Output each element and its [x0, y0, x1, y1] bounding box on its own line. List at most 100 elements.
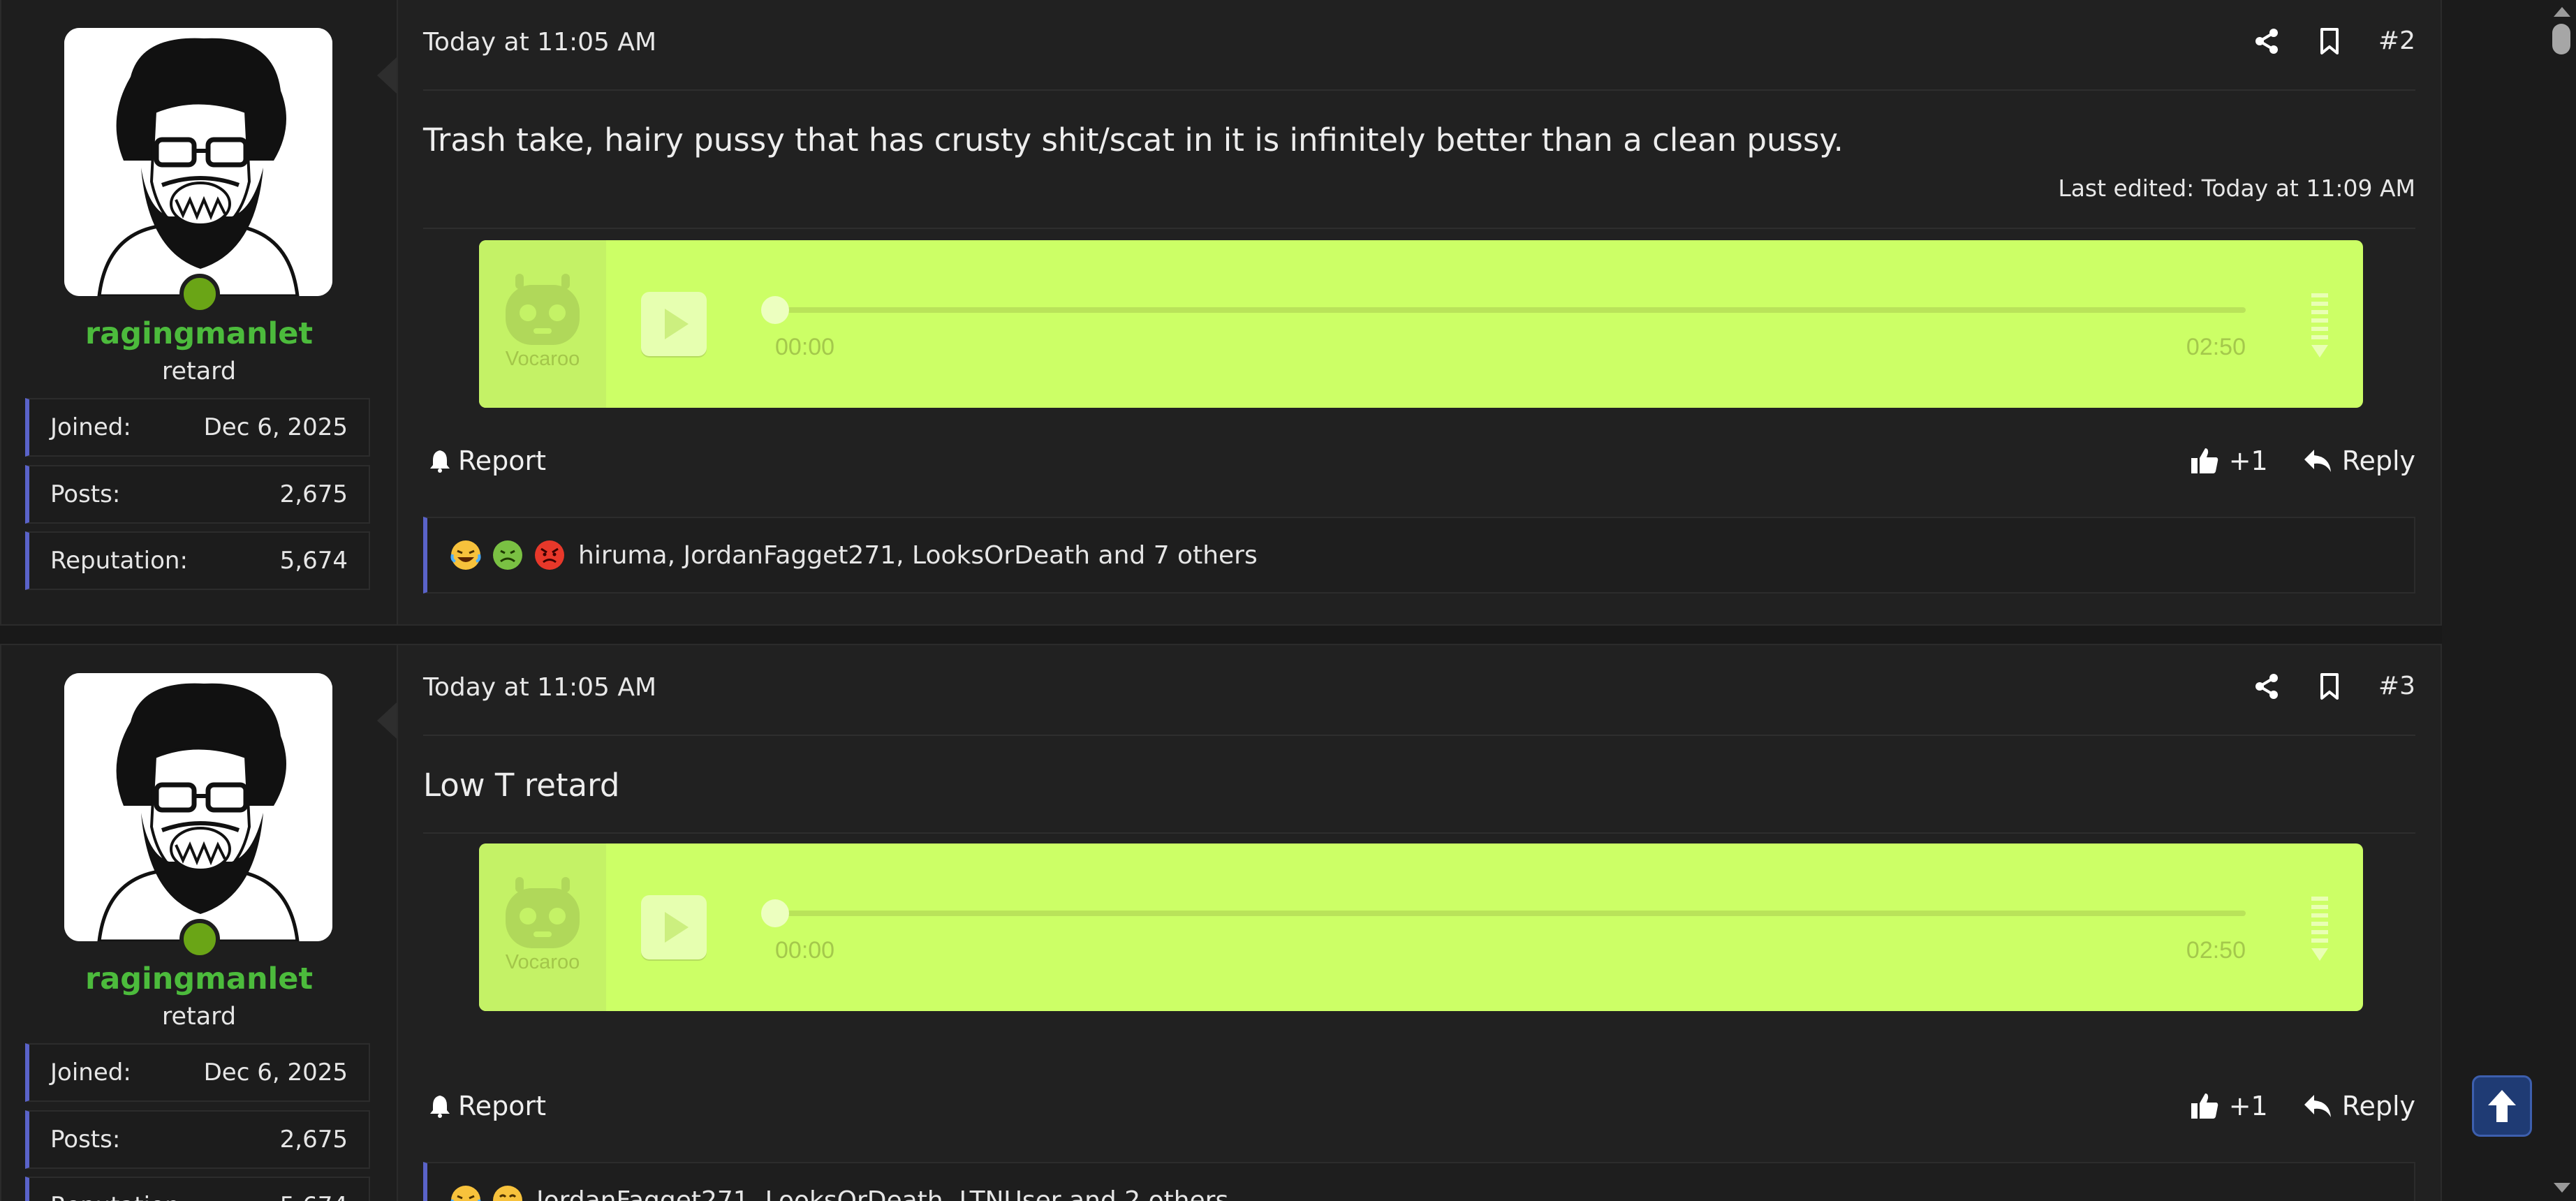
post-date[interactable]: Today at 11:05 AM — [423, 673, 656, 702]
share-icon[interactable] — [2253, 672, 2281, 700]
stat-reputation: Reputation: 5,674 — [25, 531, 370, 590]
username[interactable]: ragingmanlet — [1, 961, 397, 996]
scroll-down-arrow-icon[interactable] — [2554, 1183, 2570, 1193]
report-button[interactable]: Report — [429, 1091, 546, 1121]
thumbs-up-icon — [2191, 448, 2218, 473]
stat-value: 5,674 — [279, 547, 348, 575]
reaction-users[interactable]: JordanFagget271, LooksOrDeath, LTNUser a… — [536, 1186, 1228, 1201]
vocaroo-logo[interactable]: Vocaroo — [479, 240, 606, 408]
avatar[interactable] — [64, 673, 332, 941]
bookmark-icon[interactable] — [2316, 27, 2343, 55]
stat-posts: Posts: 2,675 — [25, 465, 370, 524]
message-arrow — [377, 702, 397, 739]
reply-label: Reply — [2341, 1091, 2415, 1121]
user-cell: ragingmanlet retard Joined: Dec 6, 2025 … — [1, 645, 398, 1201]
scroll-up-arrow-icon[interactable] — [2554, 7, 2570, 17]
time-current: 00:00 — [775, 937, 835, 964]
reply-label: Reply — [2341, 445, 2415, 476]
arrow-up-icon — [2488, 1090, 2516, 1122]
online-status-icon — [179, 274, 220, 314]
reply-button[interactable]: Reply — [2303, 1091, 2415, 1121]
share-icon[interactable] — [2253, 27, 2281, 55]
reply-button[interactable]: Reply — [2303, 445, 2415, 476]
scrollbar-thumb[interactable] — [2552, 24, 2570, 54]
report-button[interactable]: Report — [429, 445, 546, 476]
user-title: retard — [161, 358, 237, 385]
report-label: Report — [458, 445, 546, 476]
like-count: +1 — [2228, 1091, 2268, 1121]
play-button[interactable] — [641, 895, 707, 959]
post-body: Low T retard — [423, 767, 620, 804]
stat-reputation: Reputation: 5,674 — [25, 1177, 370, 1201]
post: ragingmanlet retard Joined: Dec 6, 2025 … — [0, 644, 2442, 1201]
bookmark-icon[interactable] — [2316, 672, 2343, 700]
stat-value[interactable]: 2,675 — [280, 1126, 348, 1154]
post-number[interactable]: #2 — [2378, 27, 2415, 55]
like-button[interactable]: +1 — [2190, 445, 2268, 476]
bell-icon — [430, 1096, 450, 1118]
report-label: Report — [458, 1091, 546, 1121]
vocaroo-logo[interactable]: Vocaroo — [479, 843, 606, 1011]
page-gutter — [2442, 0, 2547, 1201]
avatar[interactable] — [64, 28, 332, 296]
sick-icon — [492, 539, 524, 571]
volume-icon[interactable] — [2310, 290, 2330, 360]
username[interactable]: ragingmanlet — [1, 316, 397, 351]
post-body: Trash take, hairy pussy that has crusty … — [423, 121, 1843, 159]
stat-label: Posts: — [50, 480, 121, 508]
volume-icon[interactable] — [2310, 894, 2330, 964]
seek-handle[interactable] — [761, 899, 789, 927]
stat-label: Reputation: — [50, 1192, 188, 1201]
like-button[interactable]: +1 — [2190, 1091, 2268, 1121]
reactions-bar[interactable]: JordanFagget271, LooksOrDeath, LTNUser a… — [423, 1162, 2415, 1201]
play-button[interactable] — [641, 292, 707, 356]
bell-icon — [430, 450, 450, 473]
header-divider — [423, 89, 2415, 91]
seek-bar[interactable] — [775, 911, 2246, 916]
reply-icon — [2304, 450, 2331, 472]
post-header-actions: #3 — [2253, 672, 2415, 700]
vocaroo-player: Vocaroo 00:00 02:50 — [479, 843, 2363, 1011]
post-header-actions: #2 — [2253, 27, 2415, 55]
stat-value: 5,674 — [280, 1192, 348, 1201]
stat-label: Joined: — [50, 413, 131, 441]
time-current: 00:00 — [775, 334, 835, 360]
time-total: 02:50 — [2186, 334, 2246, 360]
post: ragingmanlet retard Joined: Dec 6, 2025 … — [0, 0, 2442, 626]
like-count: +1 — [2228, 445, 2268, 476]
user-title: retard — [161, 1003, 237, 1031]
laugh-icon — [450, 539, 482, 571]
vocaroo-brand: Vocaroo — [505, 951, 580, 973]
stat-joined: Joined: Dec 6, 2025 — [25, 1043, 370, 1102]
vocaroo-player: Vocaroo 00:00 02:50 — [479, 240, 2363, 408]
vocaroo-brand: Vocaroo — [505, 348, 580, 370]
stat-posts: Posts: 2,675 — [25, 1110, 370, 1169]
time-total: 02:50 — [2186, 937, 2246, 964]
laugh-icon — [450, 1184, 482, 1201]
stat-value: Dec 6, 2025 — [203, 1059, 348, 1086]
last-edited: Last edited: Today at 11:09 AM — [2058, 175, 2415, 202]
scroll-to-top-button[interactable] — [2472, 1075, 2532, 1137]
body-divider — [423, 832, 2415, 834]
stat-label: Posts: — [50, 1126, 121, 1154]
post-main: Today at 11:05 AM #2 Trash take, hairy p… — [423, 0, 2415, 624]
user-cell: ragingmanlet retard Joined: Dec 6, 2025 … — [1, 0, 398, 624]
reaction-users[interactable]: hiruma, JordanFagget271, LooksOrDeath an… — [578, 541, 1258, 570]
stat-joined: Joined: Dec 6, 2025 — [25, 398, 370, 457]
stat-value: Dec 6, 2025 — [203, 413, 348, 441]
forum-page: ragingmanlet retard Joined: Dec 6, 2025 … — [0, 0, 2576, 1201]
reactions-bar[interactable]: hiruma, JordanFagget271, LooksOrDeath an… — [423, 517, 2415, 594]
reply-icon — [2304, 1095, 2331, 1117]
post-number[interactable]: #3 — [2378, 672, 2415, 700]
seek-handle[interactable] — [761, 296, 789, 324]
thumbs-up-icon — [2191, 1093, 2218, 1119]
stat-value[interactable]: 2,675 — [280, 480, 348, 508]
stat-label: Joined: — [50, 1059, 131, 1086]
body-divider — [423, 228, 2415, 229]
vertical-scrollbar[interactable] — [2547, 0, 2576, 1201]
stat-label: Reputation: — [50, 547, 188, 575]
post-actions-right: +1 Reply — [2190, 1091, 2415, 1121]
seek-bar[interactable] — [775, 307, 2246, 313]
header-divider — [423, 735, 2415, 736]
post-date[interactable]: Today at 11:05 AM — [423, 28, 656, 57]
